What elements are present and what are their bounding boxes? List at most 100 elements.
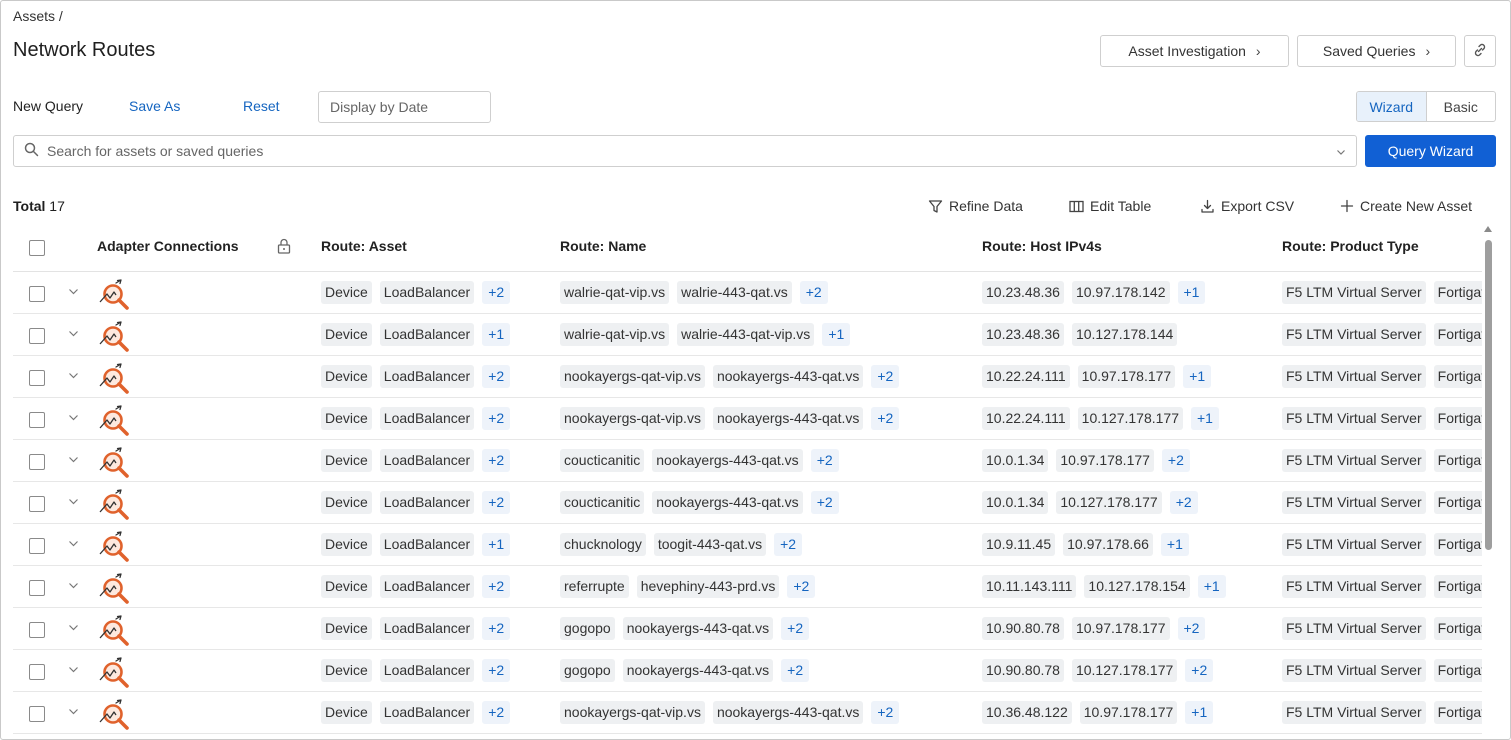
- network-scan-adapter-icon[interactable]: [97, 488, 129, 520]
- table-row[interactable]: Device LoadBalancer +2 referrupte hevephiny-…: [13, 566, 1482, 608]
- copy-link-button[interactable]: [1464, 35, 1496, 67]
- refine-data-button[interactable]: Refine Data: [928, 198, 1023, 214]
- chevron-down-icon[interactable]: [68, 620, 79, 636]
- asset-investigation-button[interactable]: Asset Investigation ›: [1100, 35, 1289, 67]
- column-header-route-asset[interactable]: Route: Asset: [321, 238, 407, 254]
- network-scan-adapter-icon[interactable]: [97, 530, 129, 562]
- more-values-badge[interactable]: +1: [1197, 575, 1226, 598]
- more-values-badge[interactable]: +2: [482, 659, 511, 682]
- row-checkbox[interactable]: [29, 706, 45, 722]
- more-values-badge[interactable]: +1: [482, 533, 511, 556]
- network-scan-adapter-icon[interactable]: [97, 278, 129, 310]
- chevron-down-icon[interactable]: [68, 326, 79, 342]
- more-values-badge[interactable]: +1: [1183, 365, 1212, 388]
- more-values-badge[interactable]: +2: [774, 533, 803, 556]
- more-values-badge[interactable]: +2: [781, 659, 810, 682]
- more-values-badge[interactable]: +2: [871, 407, 900, 430]
- chevron-down-icon[interactable]: [1336, 144, 1346, 160]
- row-checkbox[interactable]: [29, 538, 45, 554]
- search-input[interactable]: Search for assets or saved queries: [13, 135, 1357, 167]
- more-values-badge[interactable]: +2: [810, 491, 839, 514]
- row-checkbox[interactable]: [29, 580, 45, 596]
- table-row[interactable]: Device LoadBalancer +2 walrie-qat-vip.vs wal…: [13, 272, 1482, 314]
- table-row[interactable]: Device LoadBalancer +1 walrie-qat-vip.vs wal…: [13, 314, 1482, 356]
- table-scrollbar[interactable]: [1483, 226, 1495, 739]
- scrollbar-thumb[interactable]: [1485, 240, 1492, 550]
- saved-queries-button[interactable]: Saved Queries ›: [1297, 35, 1456, 67]
- more-values-badge[interactable]: +2: [1161, 449, 1190, 472]
- network-scan-adapter-icon[interactable]: [97, 656, 129, 688]
- more-values-badge[interactable]: +2: [871, 701, 900, 724]
- more-values-badge[interactable]: +2: [1169, 491, 1198, 514]
- more-values-badge[interactable]: +2: [1185, 659, 1214, 682]
- query-wizard-button[interactable]: Query Wizard: [1365, 135, 1496, 167]
- column-header-adapter-connections[interactable]: Adapter Connections: [97, 238, 239, 254]
- more-values-badge[interactable]: +2: [482, 365, 511, 388]
- row-checkbox[interactable]: [29, 412, 45, 428]
- more-values-badge[interactable]: +2: [810, 449, 839, 472]
- row-checkbox[interactable]: [29, 622, 45, 638]
- table-row[interactable]: Device LoadBalancer +2 nookayergs-qat-vip.v…: [13, 692, 1482, 734]
- chevron-down-icon[interactable]: [68, 578, 79, 594]
- more-values-badge[interactable]: +1: [1191, 407, 1219, 430]
- wizard-mode-option[interactable]: Wizard: [1357, 92, 1427, 121]
- table-row[interactable]: Device LoadBalancer +2 gogopo nookayergs-443…: [13, 608, 1482, 650]
- row-checkbox[interactable]: [29, 664, 45, 680]
- column-header-route-name[interactable]: Route: Name: [560, 238, 646, 254]
- more-values-badge[interactable]: +1: [1177, 281, 1206, 304]
- more-values-badge[interactable]: +2: [781, 617, 810, 640]
- more-values-badge[interactable]: +2: [482, 449, 511, 472]
- lock-icon[interactable]: [277, 238, 291, 257]
- more-values-badge[interactable]: +1: [482, 323, 511, 346]
- table-row[interactable]: Device LoadBalancer +2 nookayergs-qat-vip.v…: [13, 356, 1482, 398]
- row-checkbox[interactable]: [29, 328, 45, 344]
- export-csv-button[interactable]: Export CSV: [1200, 198, 1294, 214]
- chevron-down-icon[interactable]: [68, 284, 79, 300]
- more-values-badge[interactable]: +2: [1177, 617, 1206, 640]
- more-values-badge[interactable]: +1: [1160, 533, 1189, 556]
- chevron-down-icon[interactable]: [68, 452, 79, 468]
- network-scan-adapter-icon[interactable]: [97, 362, 129, 394]
- more-values-badge[interactable]: +2: [871, 365, 900, 388]
- network-scan-adapter-icon[interactable]: [97, 320, 129, 352]
- more-values-badge[interactable]: +2: [482, 407, 511, 430]
- save-as-link[interactable]: Save As: [129, 98, 180, 114]
- table-row[interactable]: Device LoadBalancer +1 chucknology toogit-44…: [13, 524, 1482, 566]
- network-scan-adapter-icon[interactable]: [97, 404, 129, 436]
- row-checkbox[interactable]: [29, 286, 45, 302]
- row-checkbox[interactable]: [29, 454, 45, 470]
- network-scan-adapter-icon[interactable]: [97, 614, 129, 646]
- row-checkbox[interactable]: [29, 370, 45, 386]
- select-all-checkbox[interactable]: [29, 240, 45, 256]
- chevron-down-icon[interactable]: [68, 494, 79, 510]
- more-values-badge[interactable]: +1: [1185, 701, 1214, 724]
- chevron-down-icon[interactable]: [68, 368, 79, 384]
- more-values-badge[interactable]: +1: [822, 323, 851, 346]
- edit-table-button[interactable]: Edit Table: [1069, 198, 1151, 214]
- create-new-asset-button[interactable]: Create New Asset: [1340, 198, 1472, 214]
- row-checkbox[interactable]: [29, 496, 45, 512]
- more-values-badge[interactable]: +2: [482, 281, 511, 304]
- table-row[interactable]: Device LoadBalancer +2 gogopo nookayergs-443…: [13, 650, 1482, 692]
- basic-mode-option[interactable]: Basic: [1427, 92, 1496, 121]
- more-values-badge[interactable]: +2: [482, 701, 511, 724]
- chevron-down-icon[interactable]: [68, 704, 79, 720]
- network-scan-adapter-icon[interactable]: [97, 698, 129, 730]
- column-header-route-host-ipv4s[interactable]: Route: Host IPv4s: [982, 238, 1102, 254]
- display-by-date-input[interactable]: Display by Date: [318, 91, 491, 123]
- chevron-down-icon[interactable]: [68, 410, 79, 426]
- table-row[interactable]: Device LoadBalancer +2 coucticanitic nookaye…: [13, 482, 1482, 524]
- more-values-badge[interactable]: +2: [799, 281, 828, 304]
- table-row[interactable]: Device LoadBalancer +2 nookayergs-qat-vip.v…: [13, 398, 1482, 440]
- table-row[interactable]: Device LoadBalancer +2 coucticanitic nookaye…: [13, 440, 1482, 482]
- reset-link[interactable]: Reset: [243, 98, 280, 114]
- more-values-badge[interactable]: +2: [482, 617, 511, 640]
- more-values-badge[interactable]: +2: [787, 575, 816, 598]
- more-values-badge[interactable]: +2: [482, 491, 511, 514]
- scroll-up-arrow-icon[interactable]: [1484, 226, 1492, 232]
- breadcrumb[interactable]: Assets /: [13, 8, 63, 24]
- column-header-route-product-type[interactable]: Route: Product Type: [1282, 238, 1419, 254]
- chevron-down-icon[interactable]: [68, 662, 79, 678]
- network-scan-adapter-icon[interactable]: [97, 572, 129, 604]
- more-values-badge[interactable]: +2: [482, 575, 511, 598]
